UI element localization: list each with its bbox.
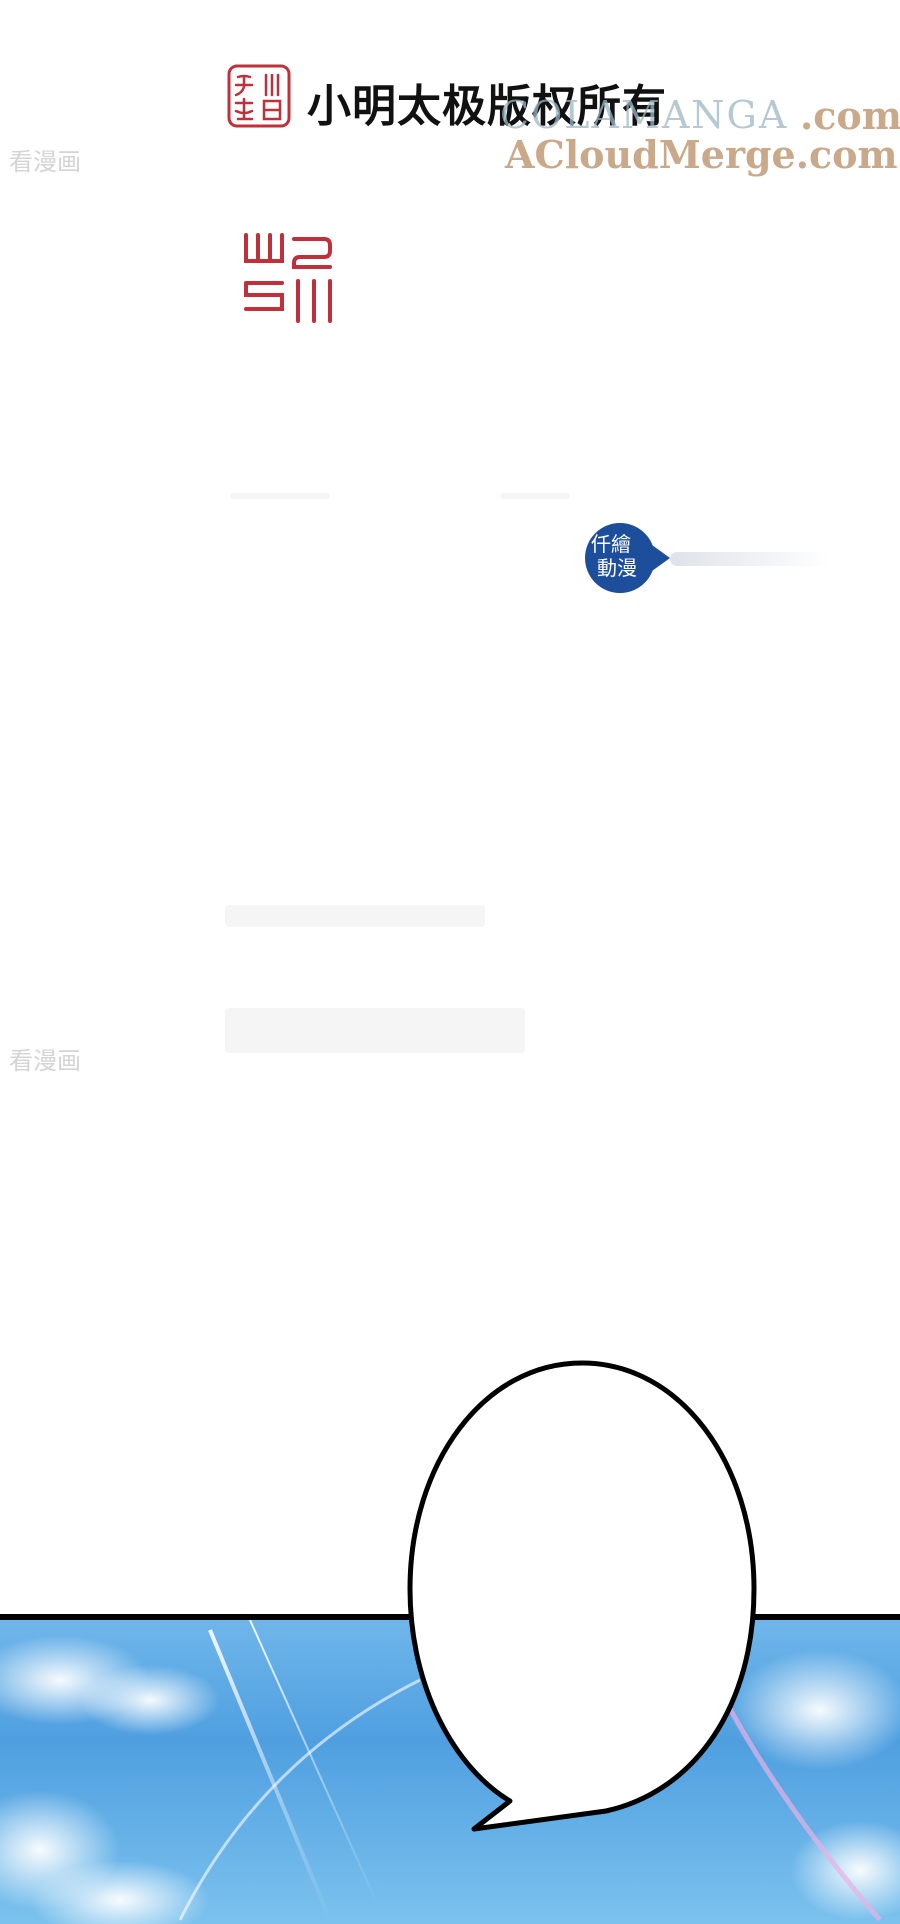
- ghost-mark: [500, 493, 570, 499]
- watermark-side: 看漫画: [9, 1047, 81, 1075]
- watermark-acloud: ACloudMerge.com: [505, 132, 898, 177]
- watermark-manga-site: COLAMANGA: [500, 93, 789, 137]
- ghost-mark: [230, 493, 330, 499]
- ghost-mark: [225, 905, 485, 927]
- speech-bubble: [407, 1360, 757, 1832]
- publisher-badge-tail: [652, 545, 670, 571]
- ghost-mark: [225, 1008, 525, 1053]
- seal-large-icon: [244, 233, 332, 323]
- watermark-side: 看漫画: [9, 148, 81, 176]
- seal-small-icon: [227, 64, 291, 128]
- publisher-badge-trail: [670, 552, 830, 566]
- publisher-badge: 仟繪 動漫: [585, 523, 655, 593]
- publisher-badge-line-1: 仟繪: [591, 532, 631, 556]
- publisher-badge-line-2: 動漫: [597, 556, 637, 580]
